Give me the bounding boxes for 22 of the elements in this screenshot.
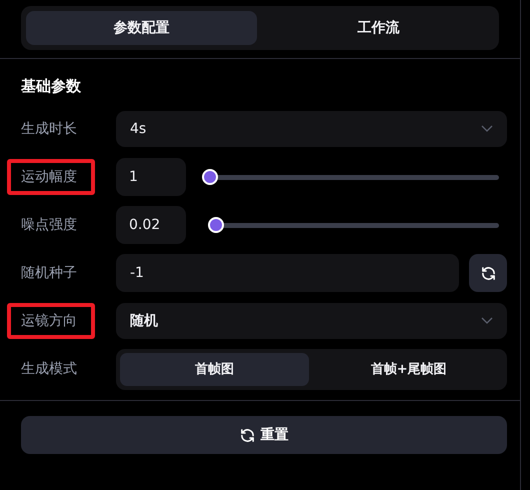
chevron-down-icon (481, 125, 493, 133)
chevron-down-icon (481, 317, 493, 325)
tab[interactable]: 参数配置 (26, 11, 257, 45)
field-label: 随机种子 (20, 264, 78, 283)
seed-field[interactable]: -1 (116, 254, 459, 292)
section-title: 基础参数 (20, 77, 82, 96)
field-label: 运镜方向 (7, 303, 95, 339)
number-field[interactable]: 1 (116, 158, 186, 196)
refresh-button[interactable] (469, 254, 507, 292)
refresh-icon (480, 266, 496, 280)
field-label: 运动幅度 (7, 159, 95, 195)
field-label: 噪点强度 (20, 216, 78, 235)
segment-option[interactable]: 首帧+尾帧图 (314, 352, 503, 386)
reset-button[interactable]: 重置 (21, 416, 507, 454)
segment-option[interactable]: 首帧图 (120, 352, 308, 386)
number-field[interactable]: 0.02 (116, 206, 186, 244)
field-label: 生成时长 (20, 120, 78, 139)
dropdown[interactable]: 4s (116, 111, 507, 147)
field-label: 生成模式 (20, 360, 78, 379)
tab[interactable]: 工作流 (263, 11, 494, 45)
refresh-icon (240, 428, 254, 442)
dropdown[interactable]: 随机 (116, 303, 507, 339)
